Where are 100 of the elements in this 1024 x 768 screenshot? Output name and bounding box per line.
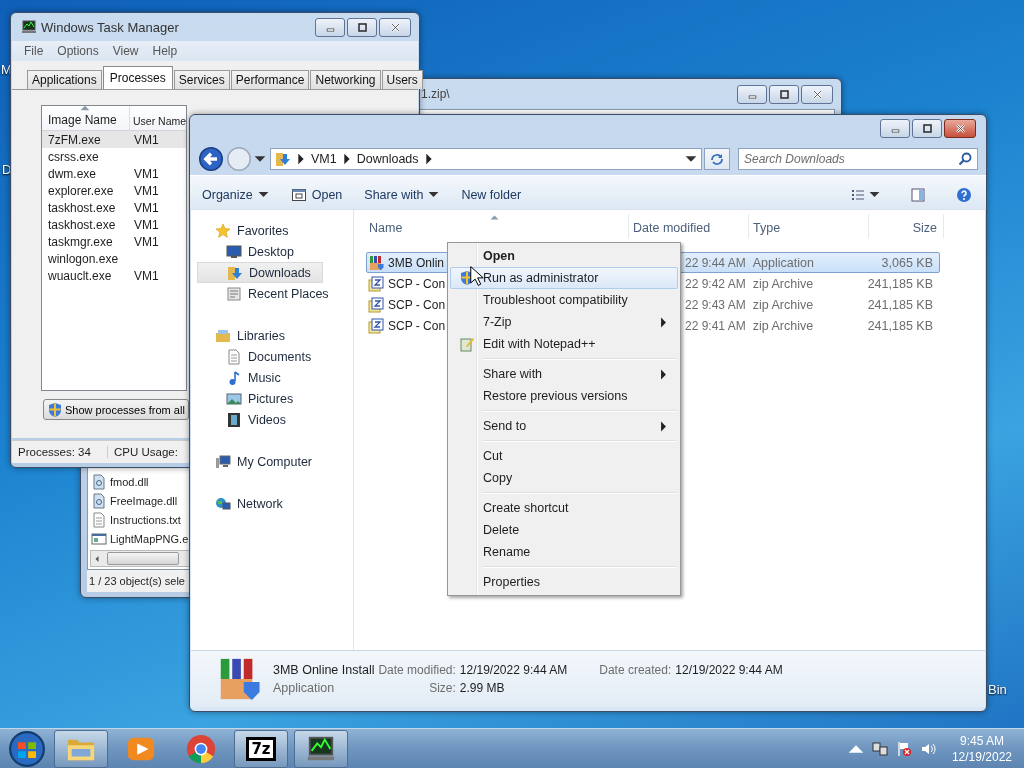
nav-item[interactable]: Favorites <box>197 220 353 241</box>
close-button[interactable] <box>801 84 833 104</box>
nav-item[interactable]: Pictures <box>197 388 352 409</box>
address-bar[interactable]: VM1 Downloads <box>270 148 702 170</box>
column-header[interactable]: Image Name <box>42 106 130 130</box>
nav-item[interactable]: Music <box>197 367 352 388</box>
column-header[interactable]: User Name <box>130 106 186 130</box>
start-orb-icon <box>9 731 45 767</box>
maximize-button[interactable] <box>347 17 377 37</box>
menu-item[interactable]: 7-Zip <box>450 311 678 333</box>
toolbar-button[interactable]: Open <box>290 186 343 203</box>
menu-item[interactable]: View <box>112 44 139 58</box>
date-modified: 22 9:41 AM <box>684 318 746 333</box>
submenu-arrow-icon <box>658 368 669 380</box>
toolbar-button[interactable]: Organize <box>202 187 269 202</box>
table-cell-text: 7zFM.exe <box>47 132 102 147</box>
star-icon <box>215 222 231 239</box>
menu-item[interactable]: Send to <box>450 415 678 437</box>
minimize-button[interactable] <box>315 17 345 37</box>
zip-archive-icon <box>368 296 384 313</box>
taskbar-button[interactable] <box>294 730 348 768</box>
file-size: 241,185 KB <box>867 297 933 312</box>
menu-item[interactable]: Run as administrator <box>450 267 678 289</box>
browser-icon <box>186 734 216 764</box>
nav-item[interactable]: Recent Places <box>197 283 352 304</box>
menu-item[interactable]: File <box>24 44 44 58</box>
file-size: 3,065 KB <box>881 255 933 270</box>
minimize-button[interactable] <box>737 84 767 104</box>
menu-item[interactable]: Copy <box>450 467 678 489</box>
nav-item[interactable]: Desktop <box>197 241 352 262</box>
library-folder-icon <box>215 327 231 344</box>
close-button[interactable] <box>944 119 976 138</box>
column-header[interactable]: Size <box>869 214 944 238</box>
minimize-button[interactable] <box>880 119 910 138</box>
column-header-label: Type <box>753 221 781 235</box>
process-row[interactable]: taskmgr.exe VM1 <box>42 233 186 250</box>
tab[interactable]: Users <box>381 70 423 89</box>
menu-item[interactable]: Edit with Notepad++ <box>450 333 678 355</box>
tab[interactable]: Applications <box>27 70 102 89</box>
menu-item[interactable]: Help <box>152 44 178 58</box>
search-field[interactable]: Search Downloads <box>738 148 978 170</box>
window-title: Windows Task Manager <box>41 19 179 35</box>
menu-item[interactable]: Troubleshoot compatibility <box>450 289 678 311</box>
process-row[interactable]: taskhost.exe VM1 <box>42 216 186 233</box>
breadcrumb-item[interactable]: VM1 <box>311 152 337 166</box>
column-header[interactable]: Name <box>368 214 629 238</box>
file-name: 3MB Onlin <box>388 255 445 270</box>
maximize-button[interactable] <box>912 119 942 138</box>
date-modified: 22 9:42 AM <box>684 276 746 291</box>
nav-item[interactable]: Downloads <box>197 262 323 283</box>
tab[interactable]: Networking <box>310 70 381 89</box>
back-button[interactable] <box>198 146 224 172</box>
process-row[interactable]: taskhost.exe VM1 <box>42 199 186 216</box>
nav-item[interactable]: Network <box>197 493 353 514</box>
scrollbar-thumb[interactable] <box>107 552 179 565</box>
column-header[interactable]: Type <box>749 214 869 238</box>
menu-item[interactable]: Open <box>450 245 678 267</box>
menu-item[interactable]: Delete <box>450 519 678 541</box>
breadcrumb-item[interactable]: Downloads <box>356 152 419 166</box>
nav-item[interactable]: Libraries <box>197 325 353 346</box>
shield-icon <box>47 401 63 418</box>
tab[interactable]: Performance <box>230 70 310 89</box>
maximize-button[interactable] <box>769 84 799 104</box>
desktop-icon-label[interactable]: Bin <box>988 682 1007 697</box>
file-name[interactable]: FreeImage.dll <box>110 494 178 507</box>
menu-item[interactable]: Options <box>57 44 99 58</box>
process-row[interactable]: csrss.exe <box>42 148 186 165</box>
menu-item[interactable]: Create shortcut <box>450 497 678 519</box>
file-name[interactable]: fmod.dll <box>110 475 149 488</box>
menu-item[interactable]: Share with <box>450 363 678 385</box>
nav-item[interactable]: My Computer <box>197 451 353 472</box>
column-header[interactable]: Date modified <box>629 214 749 238</box>
tab[interactable]: Services <box>173 70 230 89</box>
status-text: Processes: 34 <box>12 446 108 458</box>
tab[interactable]: Processes <box>102 66 173 89</box>
file-name[interactable]: LightMapPNG.e <box>110 532 189 545</box>
process-row[interactable]: 7zFM.exe VM1 <box>42 131 186 148</box>
menu-item[interactable]: Properties <box>450 571 678 593</box>
show-processes-button[interactable]: Show processes from all <box>43 399 189 420</box>
menu-item[interactable]: Rename <box>450 541 678 563</box>
nav-item[interactable]: Documents <box>197 346 352 367</box>
nav-item[interactable]: Videos <box>197 409 352 430</box>
file-name[interactable]: Instructions.txt <box>110 513 181 526</box>
zip-archive-icon <box>368 275 384 292</box>
process-row[interactable]: explorer.exe VM1 <box>42 182 186 199</box>
menu-item[interactable]: Restore previous versions <box>450 385 678 407</box>
taskbar-button[interactable]: 7z <box>234 730 288 768</box>
process-row[interactable]: winlogon.exe <box>42 250 186 267</box>
menu-item[interactable]: Cut <box>450 445 678 467</box>
process-row[interactable]: wuauclt.exe VM1 <box>42 267 186 284</box>
download-folder-icon <box>275 151 291 167</box>
toolbar-button[interactable]: New folder <box>461 187 522 202</box>
process-row[interactable]: dwm.exe VM1 <box>42 165 186 182</box>
close-button[interactable] <box>379 17 411 37</box>
toolbar-button[interactable]: Share with <box>364 187 440 202</box>
window-title: 1.zip\ <box>421 87 450 101</box>
table-cell-text: VM1 <box>133 217 160 232</box>
status-text: CPU Usage: <box>113 446 179 458</box>
refresh-button[interactable] <box>704 148 730 170</box>
help-icon <box>956 186 972 203</box>
